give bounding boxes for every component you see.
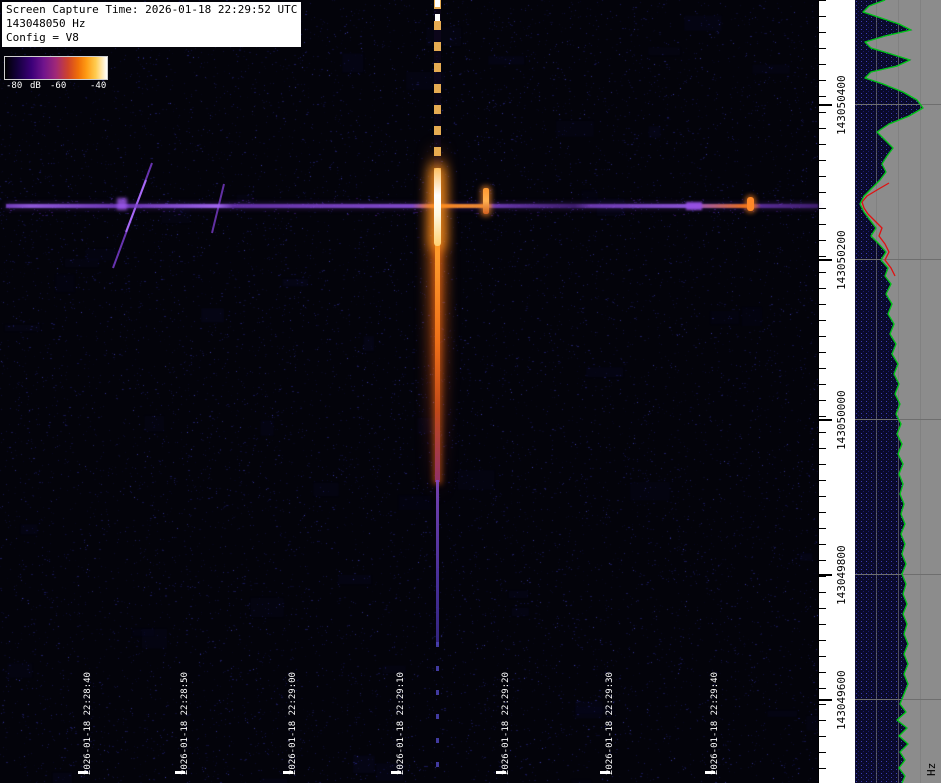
time-axis-tick (705, 771, 715, 774)
frequency-major-tick (819, 419, 832, 421)
frequency-major-tick (819, 699, 832, 701)
frequency-unit-label: Hz (926, 763, 937, 776)
signal-spot-streak-crossing (117, 198, 127, 210)
time-axis-tick (391, 771, 401, 774)
colorbar-label-mid: -60 (50, 81, 66, 91)
spectrum-panel (855, 0, 941, 783)
time-axis-tick (78, 771, 88, 774)
capture-time-text: Screen Capture Time: 2026-01-18 22:29:52… (6, 3, 297, 17)
colorbar-labels: -80 dB -60 -40 (4, 80, 110, 92)
colorbar-label-low: -80 (6, 81, 22, 91)
colorbar: -80 dB -60 -40 (4, 56, 110, 92)
burst-bottom-dots (436, 642, 439, 783)
time-axis-tick (283, 771, 293, 774)
burst-dashes-top-bright (435, 0, 440, 26)
colorbar-label-high: -40 (90, 81, 106, 91)
colorbar-unit-label: dB (30, 81, 41, 91)
capture-info-overlay: Screen Capture Time: 2026-01-18 22:29:52… (2, 2, 301, 47)
time-axis-tick (496, 771, 506, 774)
time-axis-tick (175, 771, 185, 774)
frequency-axis-label: 143050400 (836, 75, 847, 135)
signal-spot-orange-dot (747, 197, 754, 211)
meteor-echo-streaks (0, 0, 818, 783)
frequency-axis-label: 143049800 (836, 545, 847, 605)
burst-core (434, 168, 441, 246)
frequency-axis-label: 143050200 (836, 230, 847, 290)
colorbar-gradient (4, 56, 108, 80)
signal-spot-purple-blob (686, 202, 702, 210)
frequency-major-tick (819, 574, 832, 576)
signal-spot-bright (483, 188, 489, 214)
time-axis-tick (600, 771, 610, 774)
frequency-axis-label: 143049600 (836, 670, 847, 730)
frequency-axis-label: 143050000 (836, 390, 847, 450)
burst-tail (435, 244, 440, 482)
frequency-major-tick (819, 259, 832, 261)
burst-lower (436, 480, 439, 645)
frequency-major-tick (819, 104, 832, 106)
capture-frequency-text: 143048050 Hz (6, 17, 297, 31)
spectrogram-app-window: 2026-01-18 22:28:40 2026-01-18 22:28:50 … (0, 0, 941, 783)
config-text: Config = V8 (6, 31, 297, 45)
meteor-echo-streak-2 (212, 184, 224, 233)
